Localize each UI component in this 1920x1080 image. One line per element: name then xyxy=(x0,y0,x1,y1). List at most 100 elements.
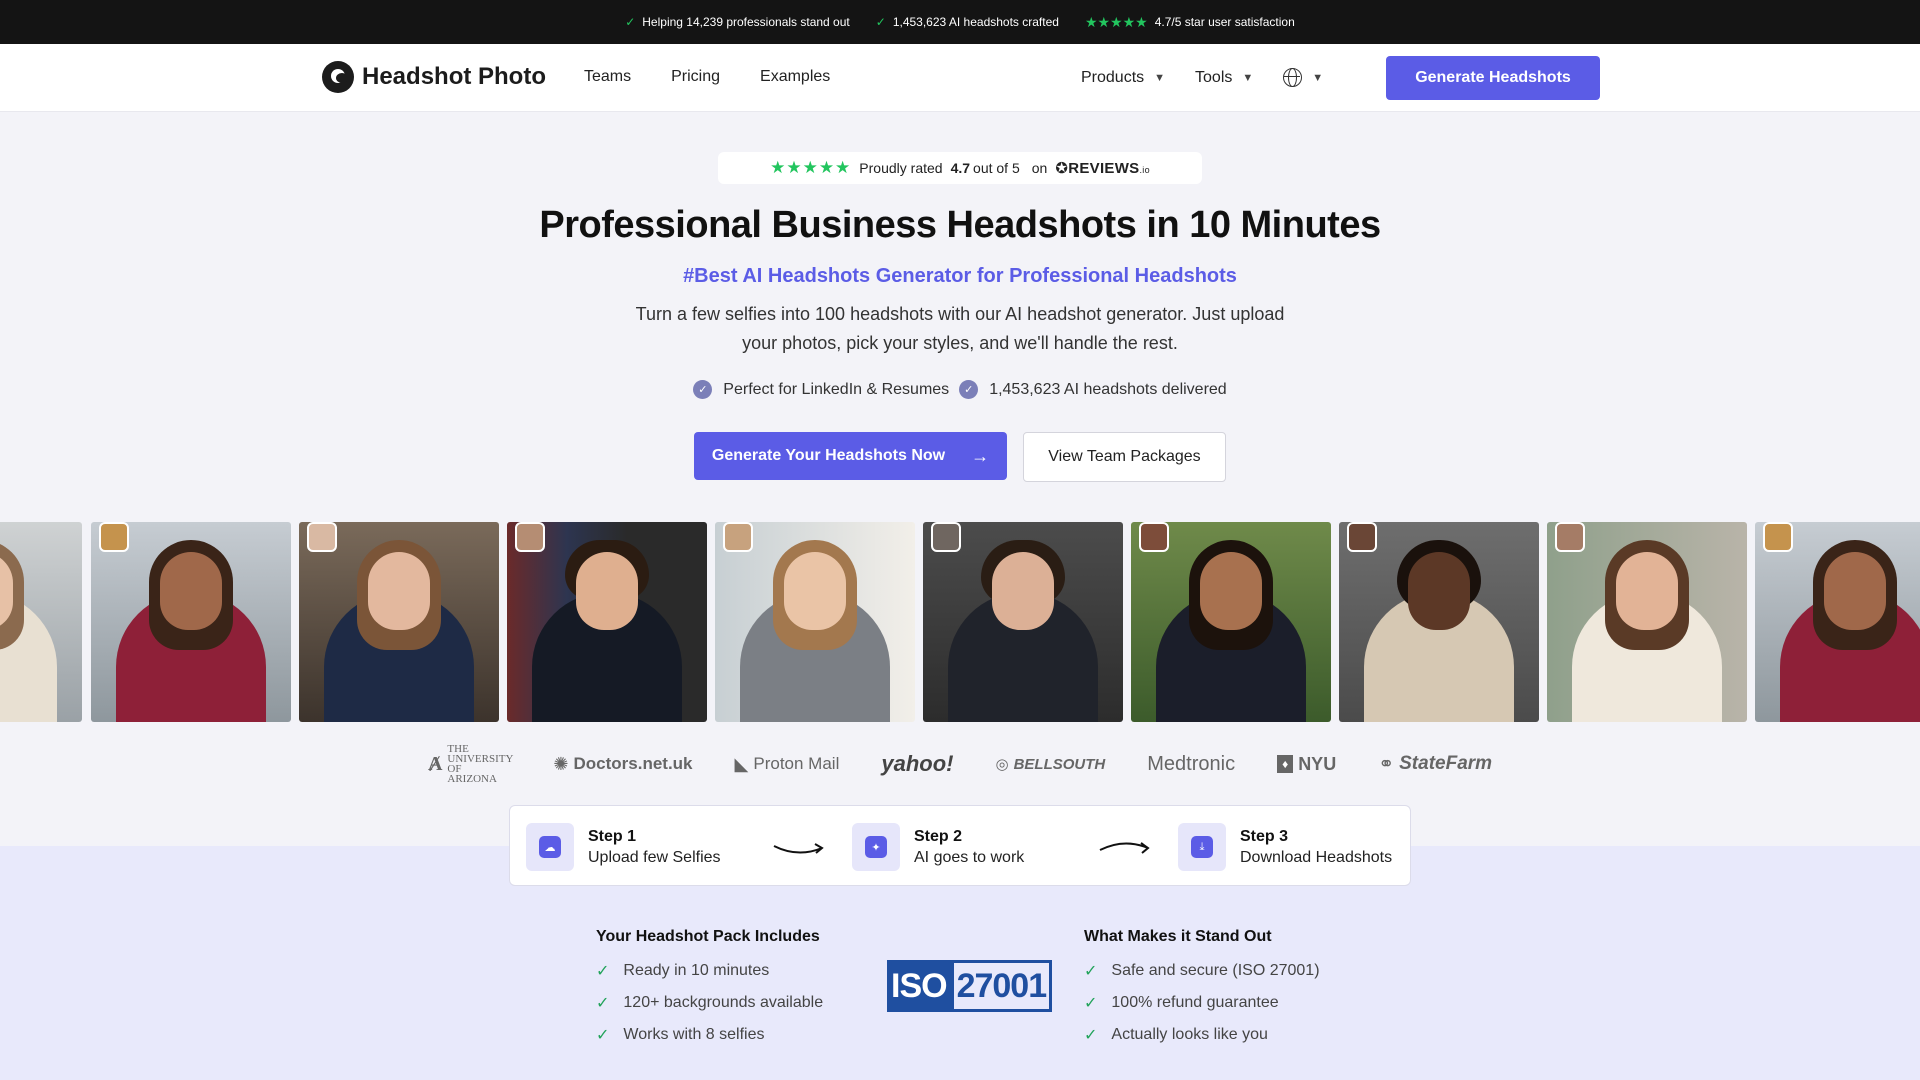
logo-medtronic: Medtronic xyxy=(1147,752,1236,775)
logo-text: BELLSOUTH xyxy=(1013,755,1106,773)
announcement-bar: ✓ Helping 14,239 professionals stand out… xyxy=(0,0,1920,44)
headshot-example[interactable] xyxy=(1547,522,1747,722)
step-1: ☁ Step 1 Upload few Selfies xyxy=(526,823,721,871)
reviews-brand-suffix: io xyxy=(1142,165,1150,175)
nav-link-pricing[interactable]: Pricing xyxy=(671,68,720,86)
check-icon: ✓ xyxy=(1084,1027,1098,1044)
products-label: Products xyxy=(1081,68,1145,86)
list-item: ✓ 120+ backgrounds available xyxy=(596,987,823,1019)
pack-includes-title: Your Headshot Pack Includes xyxy=(596,928,820,945)
nav-link-teams[interactable]: Teams xyxy=(584,68,631,86)
generate-your-headshots-button[interactable]: Generate Your Headshots Now → xyxy=(694,432,1007,480)
hero-description: Turn a few selfies into 100 headshots wi… xyxy=(635,304,1285,353)
download-icon: ⤓ xyxy=(1178,823,1226,871)
globe-icon xyxy=(1283,68,1303,87)
pack-includes-list: Your Headshot Pack Includes ✓ Ready in 10… xyxy=(596,928,823,1051)
check-icon: ✓ xyxy=(875,15,886,29)
selfie-thumbnail xyxy=(307,522,337,552)
products-dropdown[interactable]: Products ▼ xyxy=(1081,69,1165,87)
check-icon: ✓ xyxy=(596,995,610,1012)
step-title: Step 2 xyxy=(914,827,963,845)
reviews-brand: REVIEWS xyxy=(1068,160,1140,177)
page-subtitle: #Best AI Headshots Generator for Profess… xyxy=(683,265,1237,287)
announcement-text: 1,453,623 AI headshots crafted xyxy=(892,15,1059,29)
list-item: ✓ Safe and secure (ISO 27001) xyxy=(1084,955,1320,987)
headshot-example[interactable] xyxy=(0,522,82,722)
check-circle-icon: ✓ xyxy=(693,380,713,399)
primary-cta-label: Generate Your Headshots Now xyxy=(711,447,946,464)
announcement-text: Helping 14,239 professionals stand out xyxy=(642,15,850,29)
selfie-thumbnail xyxy=(931,522,961,552)
rating-suffix: out of 5 xyxy=(973,160,1020,176)
list-item-text: 120+ backgrounds available xyxy=(623,994,824,1011)
headshot-example[interactable] xyxy=(923,522,1123,722)
iso-badge-right: 27001 xyxy=(950,960,1053,1012)
check-circle-icon: ✓ xyxy=(959,380,979,399)
selfie-thumbnail xyxy=(1555,522,1585,552)
announcement-item-rating: ★★★★★ 4.7/5 star user satisfaction xyxy=(1085,14,1295,31)
list-item-text: Safe and secure (ISO 27001) xyxy=(1111,962,1320,979)
view-team-packages-button[interactable]: View Team Packages xyxy=(1023,432,1226,482)
headshot-example[interactable] xyxy=(1755,522,1920,722)
logo-text: StateFarm xyxy=(1399,753,1493,774)
reviews-rating-badge[interactable]: ★★★★★ Proudly rated 4.7 out of 5 on ✪REV… xyxy=(718,152,1202,184)
generate-headshots-button[interactable]: Generate Headshots xyxy=(1386,56,1600,100)
announcement-item-headshots: ✓ 1,453,623 AI headshots crafted xyxy=(876,15,1059,29)
selfie-thumbnail xyxy=(99,522,129,552)
rating-on: on xyxy=(1031,160,1048,176)
logo-text: Proton Mail xyxy=(753,754,840,773)
stand-out-list: What Makes it Stand Out ✓ Safe and secure… xyxy=(1084,928,1320,1051)
chevron-down-icon: ▼ xyxy=(1312,71,1324,84)
chevron-down-icon: ▼ xyxy=(1242,71,1254,84)
arizona-a-icon: Ⱥ xyxy=(427,753,443,775)
logo-text: NYU xyxy=(1298,753,1337,774)
logo-state-farm: ⚭ StateFarm xyxy=(1378,753,1492,776)
logo-nyu: ♦ NYU xyxy=(1277,754,1336,775)
list-item: ✓ 100% refund guarantee xyxy=(1084,987,1320,1019)
step-subtitle: AI goes to work xyxy=(914,848,1025,866)
reviews-io-logo: ✪REVIEWS.io xyxy=(1055,160,1150,177)
arrow-right-icon: → xyxy=(971,445,990,466)
step-subtitle: Upload few Selfies xyxy=(588,848,721,866)
list-item-text: Ready in 10 minutes xyxy=(623,962,770,979)
logo-university-of-arizona: Ⱥ THE UNIVERSITY OF ARIZONA xyxy=(427,744,513,785)
headshot-example[interactable] xyxy=(715,522,915,722)
upload-cloud-icon: ☁ xyxy=(526,823,574,871)
list-item-text: Actually looks like you xyxy=(1111,1026,1268,1043)
statefarm-icon: ⚭ xyxy=(1378,753,1395,775)
selfie-thumbnail xyxy=(1139,522,1169,552)
logo-doctors-net: ✺ Doctors.net.uk xyxy=(553,754,692,775)
stand-out-title: What Makes it Stand Out xyxy=(1084,928,1272,945)
list-item: ✓ Ready in 10 minutes xyxy=(596,955,823,987)
check-icon: ✓ xyxy=(596,1027,610,1044)
headshot-example[interactable] xyxy=(1339,522,1539,722)
gear-icon: ✺ xyxy=(553,753,569,774)
main-nav: Headshot Photo Teams Pricing Examples Pr… xyxy=(0,44,1920,112)
announcement-item-professionals: ✓ Helping 14,239 professionals stand out xyxy=(625,15,850,29)
brand-logo[interactable]: Headshot Photo xyxy=(322,61,546,93)
proton-icon: ◣ xyxy=(734,753,749,774)
chevron-down-icon: ▼ xyxy=(1154,71,1166,84)
check-icon: ✓ xyxy=(625,15,636,29)
headshot-example[interactable] xyxy=(507,522,707,722)
headshot-example[interactable] xyxy=(1131,522,1331,722)
headshot-example[interactable] xyxy=(299,522,499,722)
sparkle-icon: ✦ xyxy=(852,823,900,871)
badge-delivered: ✓ 1,453,623 AI headshots delivered xyxy=(959,380,1227,399)
steps-card: ☁ Step 1 Upload few Selfies ✦ Step 2 AI … xyxy=(509,805,1411,886)
client-logos: Ⱥ THE UNIVERSITY OF ARIZONA ✺ Doctors.ne… xyxy=(0,744,1920,785)
headshot-examples-carousel[interactable] xyxy=(0,522,1920,722)
badge-text: 1,453,623 AI headshots delivered xyxy=(989,380,1227,398)
tools-label: Tools xyxy=(1195,68,1233,86)
step-title: Step 3 xyxy=(1240,827,1289,845)
bell-icon: ◎ xyxy=(995,756,1009,773)
logo-proton-mail: ◣ Proton Mail xyxy=(735,754,840,775)
iso-27001-badge: ISO 27001 xyxy=(887,960,1053,1012)
nav-link-examples[interactable]: Examples xyxy=(760,68,830,86)
brand-logo-icon xyxy=(322,61,354,93)
tools-dropdown[interactable]: Tools ▼ xyxy=(1195,69,1253,87)
headshot-example[interactable] xyxy=(91,522,291,722)
selfie-thumbnail xyxy=(1347,522,1377,552)
curved-arrow-icon xyxy=(773,843,824,854)
language-dropdown[interactable]: ▼ xyxy=(1283,68,1323,87)
